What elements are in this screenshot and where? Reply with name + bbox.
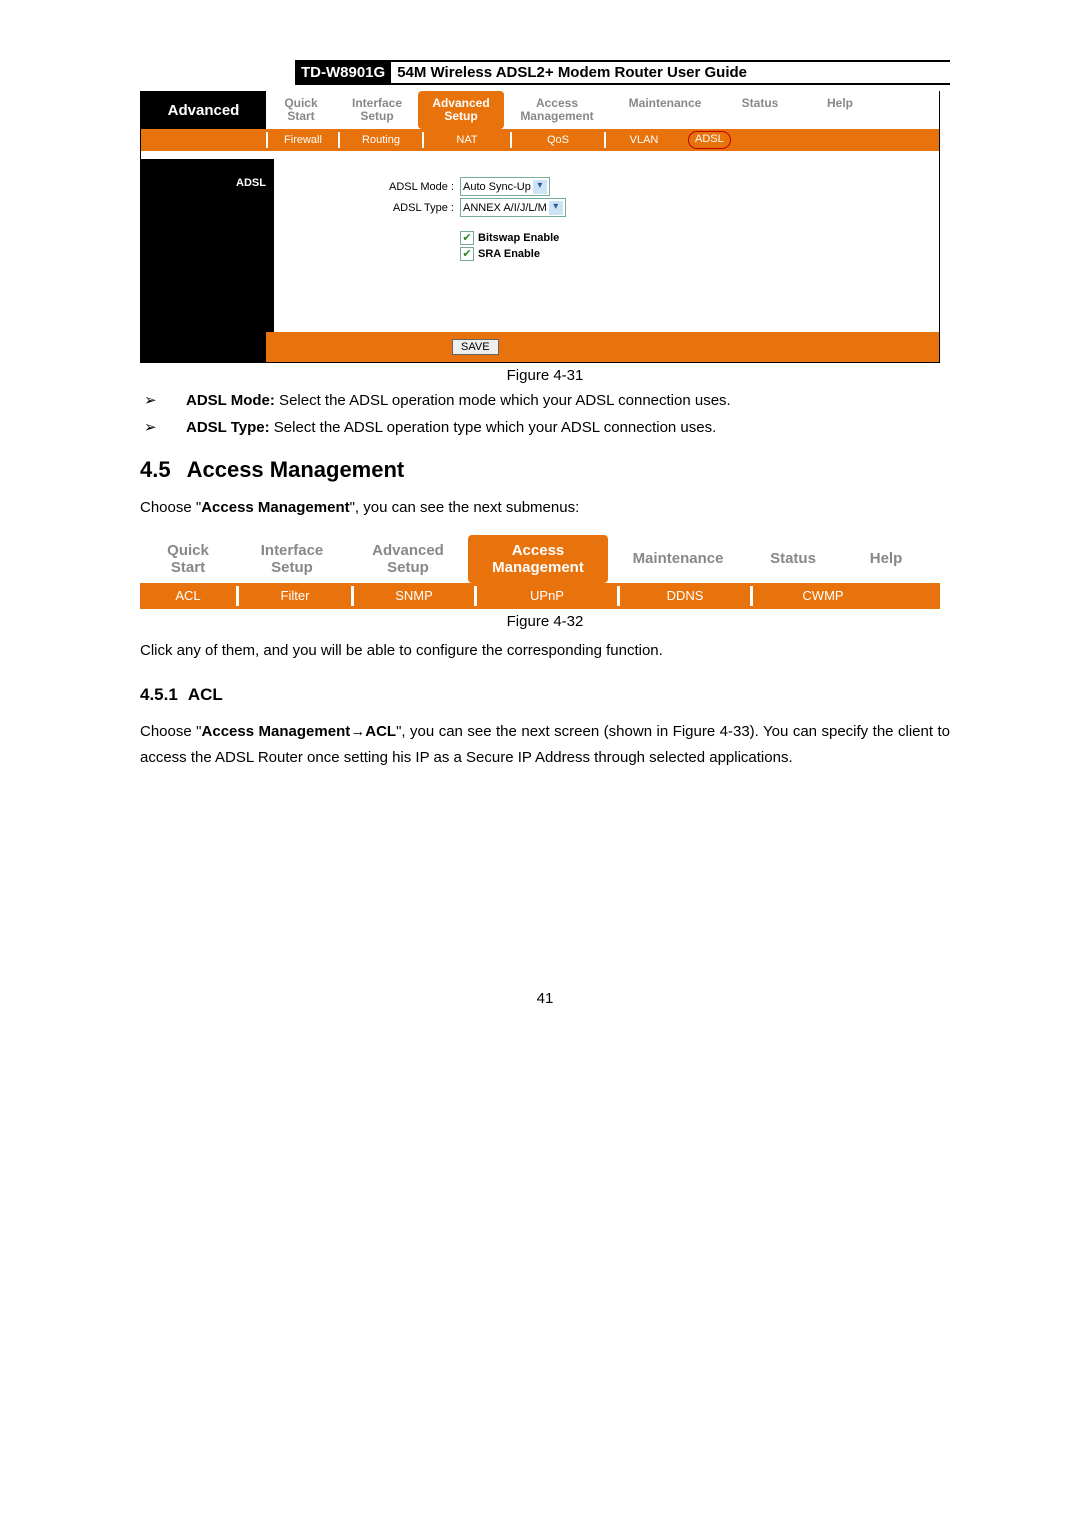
acl-paragraph: Choose "Access Management→ACL", you can … [140, 719, 950, 770]
subtab-filter[interactable]: Filter [236, 586, 351, 606]
sra-label: SRA Enable [478, 248, 540, 260]
subtab-ddns[interactable]: DDNS [617, 586, 750, 606]
heading-4-5-1: 4.5.1ACL [140, 685, 950, 705]
intro-paragraph: Choose "Access Management", you can see … [140, 495, 950, 521]
figure-4-31: Advanced QuickStart InterfaceSetup Advan… [140, 91, 950, 384]
tab-access-management[interactable]: AccessManagement [504, 91, 610, 129]
sra-checkbox[interactable]: ✔ [460, 247, 474, 261]
figure-4-32: QuickStart InterfaceSetup AdvancedSetup … [140, 535, 940, 609]
tab-quick-start[interactable]: QuickStart [140, 535, 236, 583]
main-tabs-row-b: QuickStart InterfaceSetup AdvancedSetup … [140, 535, 940, 583]
subtab-cwmp[interactable]: CWMP [750, 586, 893, 606]
subtab-upnp[interactable]: UPnP [474, 586, 617, 606]
tab-help[interactable]: Help [800, 91, 880, 129]
section-label: ADSL [141, 159, 274, 332]
subtab-adsl[interactable]: ADSL [688, 131, 731, 149]
page-number: 41 [140, 990, 950, 1007]
subtab-vlan[interactable]: VLAN [604, 132, 682, 148]
tab-help[interactable]: Help [838, 535, 934, 583]
sub-tabs-row: Firewall Routing NAT QoS VLAN ADSL [141, 129, 939, 151]
subtab-routing[interactable]: Routing [338, 132, 422, 148]
subtab-qos[interactable]: QoS [510, 132, 604, 148]
chevron-down-icon: ▾ [533, 180, 547, 194]
subtab-firewall[interactable]: Firewall [266, 132, 338, 148]
tab-maintenance[interactable]: Maintenance [610, 91, 720, 129]
adsl-mode-select[interactable]: Auto Sync-Up▾ [460, 177, 550, 196]
tab-status[interactable]: Status [720, 91, 800, 129]
bullet-icon [140, 390, 186, 413]
tab-interface-setup[interactable]: InterfaceSetup [336, 91, 418, 129]
main-tabs-row: Advanced QuickStart InterfaceSetup Advan… [141, 91, 939, 129]
bullet-icon [140, 417, 186, 440]
model-badge: TD-W8901G [295, 62, 391, 83]
tab-maintenance[interactable]: Maintenance [608, 535, 748, 583]
figure-caption: Figure 4-31 [140, 367, 950, 384]
page-header: TD-W8901G 54M Wireless ADSL2+ Modem Rout… [295, 60, 950, 85]
tab-advanced-setup[interactable]: AdvancedSetup [348, 535, 468, 583]
adsl-mode-label: ADSL Mode : [274, 181, 460, 193]
bullet-list: ADSL Mode: Select the ADSL operation mod… [140, 390, 950, 439]
chevron-down-icon: ▾ [549, 201, 563, 215]
tab-interface-setup[interactable]: InterfaceSetup [236, 535, 348, 583]
sub-tabs-row-b: ACL Filter SNMP UPnP DDNS CWMP [140, 583, 940, 609]
tab-quick-start[interactable]: QuickStart [266, 91, 336, 129]
click-paragraph: Click any of them, and you will be able … [140, 638, 950, 664]
guide-title: 54M Wireless ADSL2+ Modem Router User Gu… [391, 62, 950, 83]
tab-access-management[interactable]: AccessManagement [468, 535, 608, 583]
side-title: Advanced [141, 91, 266, 129]
subtab-snmp[interactable]: SNMP [351, 586, 474, 606]
heading-4-5: 4.5Access Management [140, 457, 950, 483]
bitswap-checkbox[interactable]: ✔ [460, 231, 474, 245]
adsl-type-select[interactable]: ANNEX A/I/J/L/M▾ [460, 198, 566, 217]
tab-advanced-setup[interactable]: AdvancedSetup [418, 91, 504, 129]
adsl-type-label: ADSL Type : [274, 202, 460, 214]
subtab-nat[interactable]: NAT [422, 132, 510, 148]
figure-caption: Figure 4-32 [140, 613, 950, 630]
subtab-acl[interactable]: ACL [140, 586, 236, 606]
tab-status[interactable]: Status [748, 535, 838, 583]
bitswap-label: Bitswap Enable [478, 232, 559, 244]
save-button[interactable]: SAVE [452, 339, 499, 355]
